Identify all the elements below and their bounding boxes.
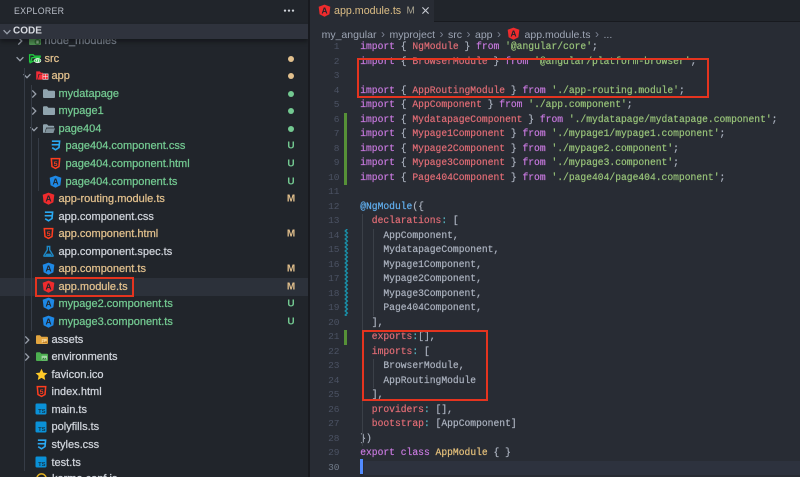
svg-text:A: A — [45, 299, 51, 309]
svg-text:A: A — [45, 264, 51, 274]
svg-text:TS: TS — [38, 462, 46, 468]
svg-text:TS: TS — [38, 427, 46, 433]
svg-text:5: 5 — [54, 161, 58, 168]
svg-text:A: A — [52, 176, 58, 186]
svg-text:A: A — [45, 316, 51, 326]
svg-text:A: A — [510, 28, 516, 38]
svg-text:A: A — [321, 5, 327, 15]
svg-text:A: A — [45, 193, 51, 203]
svg-text:TS: TS — [38, 409, 46, 415]
svg-text:5: 5 — [47, 231, 51, 238]
svg-text:5: 5 — [40, 389, 44, 396]
